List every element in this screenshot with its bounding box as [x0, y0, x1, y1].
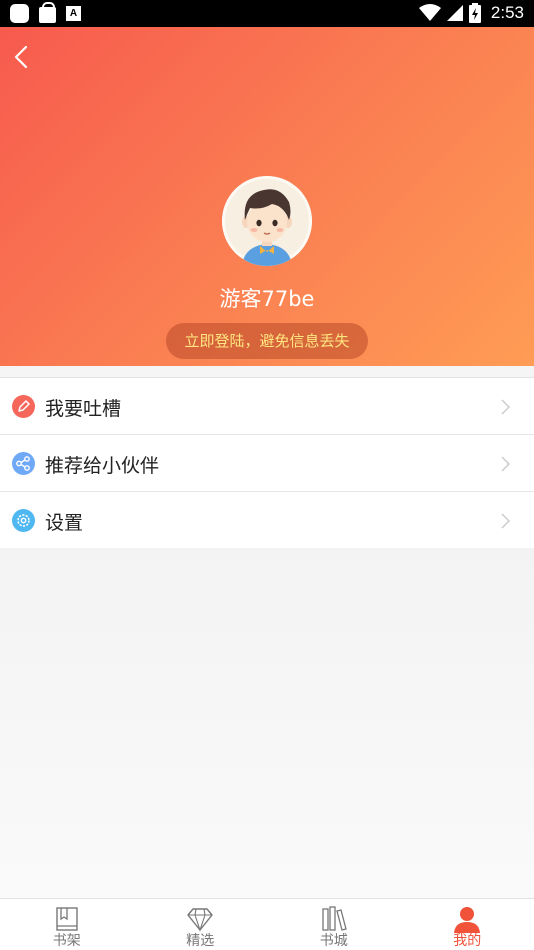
app-notification-icon — [10, 4, 29, 23]
menu-item-label: 我要吐槽 — [45, 398, 122, 420]
books-icon — [322, 906, 347, 931]
login-prompt-button[interactable]: 立即登陆，避免信息丢失 — [166, 323, 368, 359]
tab-label: 我的 — [453, 933, 482, 949]
chevron-right-icon — [501, 399, 511, 415]
tab-label: 书架 — [52, 933, 81, 949]
tab-label: 精选 — [186, 933, 215, 949]
profile-menu: 我要吐槽 推荐给小伙伴 设置 — [0, 377, 534, 550]
pencil-icon — [12, 395, 35, 418]
share-icon — [12, 452, 35, 475]
empty-content-area — [0, 548, 534, 898]
menu-item-settings[interactable]: 设置 — [0, 492, 534, 549]
menu-item-feedback[interactable]: 我要吐槽 — [0, 378, 534, 435]
menu-item-label: 设置 — [45, 512, 84, 534]
a-badge-icon: A — [66, 6, 81, 21]
chevron-right-icon — [501, 513, 511, 529]
tab-label: 书城 — [319, 933, 348, 949]
diamond-icon — [187, 908, 213, 932]
tab-bookstore[interactable]: 书城 — [267, 899, 401, 950]
tab-bookshelf[interactable]: 书架 — [0, 899, 134, 950]
status-bar: A 2:53 — [0, 0, 534, 27]
menu-item-label: 推荐给小伙伴 — [45, 455, 160, 477]
username: 游客77be — [219, 287, 315, 311]
tab-mine[interactable]: 我的 — [401, 899, 534, 950]
shopping-bag-icon — [39, 2, 56, 23]
boy-avatar-icon — [222, 176, 312, 266]
menu-item-recommend[interactable]: 推荐给小伙伴 — [0, 435, 534, 492]
gear-icon — [12, 509, 35, 532]
chevron-left-icon — [14, 45, 28, 69]
signal-icon — [446, 5, 463, 21]
person-icon — [454, 907, 481, 933]
bookshelf-icon — [56, 907, 78, 931]
tab-featured[interactable]: 精选 — [134, 899, 268, 950]
bottom-nav: 书架 精选 书城 我的 — [0, 898, 534, 950]
status-time: 2:53 — [490, 3, 524, 22]
chevron-right-icon — [501, 456, 511, 472]
profile-header: 游客77be 立即登陆，避免信息丢失 — [0, 27, 534, 366]
avatar[interactable] — [222, 176, 312, 266]
back-button[interactable] — [10, 42, 36, 72]
battery-icon — [468, 3, 481, 23]
wifi-icon — [418, 4, 441, 21]
